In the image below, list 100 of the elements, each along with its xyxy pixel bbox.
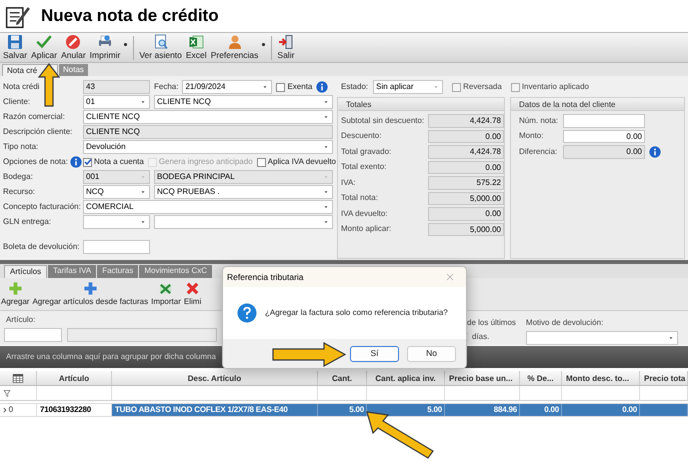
field-label: Monto aplicar:: [341, 223, 392, 236]
readonly-field: 5,000.00: [428, 192, 504, 205]
field-label: Bodega:: [3, 171, 33, 183]
dropdown-field[interactable]: BODEGA PRINCIPAL: [154, 170, 333, 184]
field-label: Descuento:: [341, 130, 382, 142]
excel-button[interactable]: Excel: [184, 34, 209, 62]
spreadsheet-icon: [158, 281, 174, 296]
readonly-field: 5,000.00: [428, 222, 504, 236]
readonly-field: 0.00: [428, 130, 504, 143]
table-cell: [640, 404, 688, 416]
add-from-button[interactable]: Agregar artículos desde facturas: [32, 281, 148, 310]
dropdown-field[interactable]: [526, 331, 678, 345]
input-field[interactable]: [67, 328, 217, 342]
field-label: Concepto facturación:: [3, 201, 81, 213]
readonly-field: 0.00: [428, 160, 504, 174]
dropdown-field[interactable]: 001: [83, 170, 150, 184]
column-header[interactable]: Cant. aplica inv.: [367, 371, 445, 385]
checkbox[interactable]: Aplica IVA devuelto: [256, 156, 336, 168]
delete-icon: [185, 281, 200, 296]
void-button[interactable]: Anular: [59, 34, 88, 62]
checkmark-icon: [36, 34, 52, 50]
dialog-button[interactable]: No: [407, 346, 456, 362]
readonly-field: 4,424.78: [428, 114, 504, 128]
column-header[interactable]: Artículo: [37, 371, 112, 385]
field-label: IVA:: [341, 176, 357, 189]
dialog-button[interactable]: Sí: [350, 346, 399, 362]
checkbox[interactable]: Inventario aplicado: [510, 81, 589, 93]
dropdown-field[interactable]: Devolución: [83, 140, 333, 154]
input-field[interactable]: 0.00: [563, 130, 645, 143]
dropdown-field[interactable]: NCQ: [83, 185, 150, 199]
column-header[interactable]: Cant.: [318, 371, 367, 385]
table-cell: 0.00: [562, 404, 640, 416]
column-header[interactable]: Precio base un...: [445, 371, 520, 385]
tab[interactable]: Movimientos CxC: [139, 265, 212, 278]
info-icon: [316, 81, 328, 93]
exit-door-icon: [278, 34, 294, 50]
table-cell: TUBO ABASTO INOD COFLEX 1/2X7/8 EAS-E40: [112, 404, 318, 416]
field-label: Nota crédi: [3, 81, 40, 93]
annotation-arrow: [38, 63, 60, 107]
field-label: Razón comercial:: [3, 111, 65, 123]
apply-button[interactable]: Aplicar: [29, 34, 60, 62]
dialog-title: Referencia tributaria: [227, 270, 304, 284]
column-header[interactable]: Monto desc. to...: [562, 371, 640, 385]
table-cell: 0.00: [520, 404, 562, 416]
table-cell: 710631932280: [37, 404, 112, 416]
input-field[interactable]: [563, 114, 645, 128]
row-indicator: ›: [3, 404, 7, 416]
tab[interactable]: Tarifas IVA: [48, 265, 96, 278]
column-header[interactable]: Desc. Artículo: [112, 371, 318, 385]
question-icon: [237, 303, 257, 323]
column-chooser-icon: [12, 372, 24, 384]
close-button[interactable]: [446, 273, 454, 281]
column-header[interactable]: Precio tota: [640, 371, 688, 385]
checkbox[interactable]: Reversada: [452, 81, 502, 93]
field-label: Tipo nota:: [3, 141, 38, 153]
input-field: CLIENTE NCQ: [83, 125, 333, 139]
field-label: Boleta de devolución:: [3, 241, 79, 253]
dropdown-field[interactable]: CLIENTE NCQ: [83, 110, 333, 124]
table-cell: 5.00: [367, 404, 445, 416]
exit-button[interactable]: Salir: [275, 34, 296, 62]
field-label: días.: [472, 331, 490, 343]
dropdown-field[interactable]: COMERCIAL: [83, 200, 333, 214]
field-label: Descripción cliente:: [3, 126, 72, 138]
checkmark-icon: [84, 158, 92, 166]
delete-button[interactable]: Elimi: [184, 281, 202, 310]
import-button[interactable]: Importar: [151, 281, 181, 310]
add-button[interactable]: Agregar: [1, 281, 30, 310]
input-field[interactable]: [4, 328, 62, 342]
column-header[interactable]: % De...: [520, 371, 562, 385]
input-field[interactable]: [83, 240, 150, 254]
plus-icon: [82, 281, 98, 296]
filter-icon: [3, 388, 11, 398]
field-label: Estado:: [341, 81, 368, 93]
dropdown-field[interactable]: 21/09/2024: [182, 80, 272, 94]
save-button[interactable]: Salvar: [1, 34, 30, 62]
dropdown-field[interactable]: [154, 215, 333, 229]
dropdown-field[interactable]: Sin aplicar: [373, 80, 444, 94]
panel-title: Totales: [338, 98, 504, 111]
dropdown-field[interactable]: [83, 215, 150, 229]
dialog-message: ¿Agregar la factura solo como referencia tributaria?: [265, 307, 448, 319]
table-cell: 884.96: [445, 404, 520, 416]
dropdown-field[interactable]: 01: [83, 95, 150, 109]
field-label: Recurso:: [3, 186, 36, 198]
entry-button[interactable]: Ver asiento: [137, 34, 184, 62]
field-label: Diferencia:: [519, 146, 558, 158]
dropdown-field[interactable]: NCQ PRUEBAS .: [154, 185, 333, 199]
field-label: Motivo de devolución:: [526, 317, 604, 329]
field-label: Total nota:: [341, 192, 379, 204]
field-label: Núm. nota:: [519, 114, 559, 127]
preferences-button[interactable]: Preferencias: [208, 34, 268, 62]
print-button[interactable]: Imprimir: [88, 34, 130, 62]
checkbox[interactable]: Nota a cuenta: [83, 156, 144, 168]
tab[interactable]: Artículos: [4, 265, 48, 278]
spreadsheet-icon: [188, 34, 204, 50]
cancel-icon: [65, 34, 82, 50]
checkbox[interactable]: Exenta: [276, 81, 312, 93]
info-icon: [70, 156, 82, 168]
dropdown-field[interactable]: CLIENTE NCQ: [154, 95, 333, 109]
document-search-icon: [152, 34, 169, 50]
window-title: Nueva nota de crédito: [41, 5, 219, 28]
